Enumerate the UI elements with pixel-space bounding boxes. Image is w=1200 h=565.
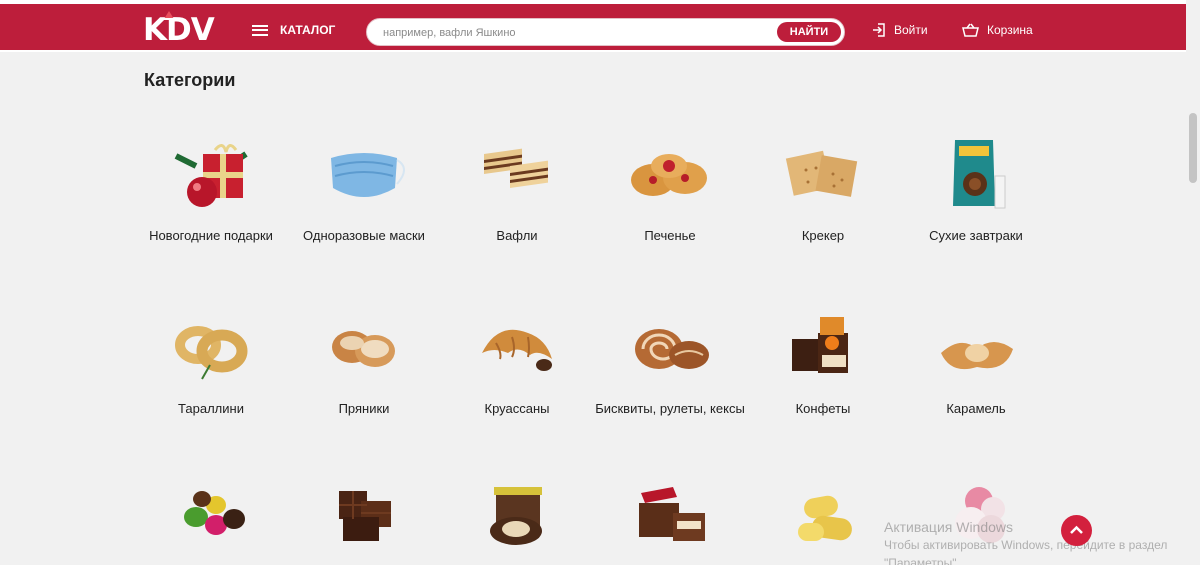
category-label: Крекер — [801, 228, 845, 243]
face-mask-icon — [331, 153, 405, 197]
catalog-label: КАТАЛОГ — [280, 23, 336, 37]
scroll-to-top-button[interactable] — [1061, 515, 1092, 546]
category-label: Пряники — [338, 401, 390, 416]
page-title: Категории — [144, 70, 236, 90]
category-corn-sticks[interactable] — [748, 483, 898, 565]
wafers-icon — [484, 148, 548, 188]
category-crackers[interactable]: Крекер — [748, 136, 898, 246]
watermark-text-line-2: "Параметры". — [884, 556, 960, 565]
candy-icon — [792, 317, 848, 373]
caramel-icon — [941, 342, 1013, 370]
category-label: Карамель — [946, 401, 1006, 416]
category-label: Бисквиты, рулеты, кексы — [595, 401, 745, 416]
category-label: Тараллини — [178, 401, 244, 416]
cart-label: Корзина — [987, 23, 1033, 37]
category-new-year-gifts[interactable]: Новогодние подарки — [136, 136, 286, 246]
dragee-icon — [184, 491, 245, 535]
login-icon — [873, 23, 885, 37]
menu-icon — [252, 24, 268, 36]
category-cereals[interactable]: Сухие завтраки — [901, 136, 1051, 246]
category-label: Вафли — [496, 228, 538, 243]
cake-bar-icon — [639, 487, 705, 541]
crackers-icon — [785, 150, 858, 197]
header-bar: KDV КАТАЛОГ НАЙТИ Войти Корзина — [0, 4, 1186, 50]
login-label: Войти — [894, 23, 928, 37]
category-caramel[interactable]: Карамель — [901, 309, 1051, 419]
chocolate-icon — [339, 491, 391, 541]
login-link[interactable]: Войти — [872, 23, 928, 37]
category-croissants[interactable]: Круассаны — [442, 309, 592, 419]
search-button[interactable]: НАЙТИ — [777, 22, 841, 42]
category-chocolate-paste[interactable] — [442, 483, 592, 565]
watermark-title: Активация Windows — [884, 519, 1014, 535]
cart-icon — [962, 23, 979, 37]
corn-sticks-icon — [798, 495, 852, 541]
chevron-up-icon — [1070, 525, 1083, 534]
category-gingerbread[interactable]: Пряники — [289, 309, 439, 419]
kdv-logo[interactable]: KDV — [143, 12, 215, 48]
search-box: НАЙТИ — [366, 18, 845, 46]
category-candy[interactable]: Конфеты — [748, 309, 898, 419]
cereal-pack-icon — [953, 140, 1006, 209]
search-input[interactable] — [383, 24, 763, 42]
gingerbread-icon — [332, 331, 395, 367]
catalog-button[interactable]: КАТАЛОГ — [252, 23, 335, 37]
watermark-text-line-1: Чтобы активировать Windows, перейдите в … — [884, 538, 1168, 552]
croissant-icon — [482, 329, 552, 371]
santa-hat-icon — [163, 11, 175, 20]
swiss-roll-icon — [635, 329, 709, 369]
taralli-icon — [175, 326, 248, 380]
category-label: Круассаны — [484, 401, 550, 416]
category-label: Новогодние подарки — [149, 228, 273, 243]
category-label: Конфеты — [795, 401, 851, 416]
windows-activation-watermark: Активация Windows Чтобы активировать Win… — [884, 518, 1167, 565]
cart-link[interactable]: Корзина — [962, 23, 1033, 37]
page-scrollbar[interactable] — [1186, 0, 1200, 565]
category-dragee[interactable] — [136, 483, 286, 565]
category-biscuits-rolls[interactable]: Бисквиты, рулеты, кексы — [595, 309, 745, 419]
category-cookies[interactable]: Печенье — [595, 136, 745, 246]
category-label: Печенье — [644, 228, 696, 243]
chocolate-paste-icon — [490, 487, 542, 545]
category-label: Одноразовые маски — [303, 228, 425, 243]
category-taralli[interactable]: Тараллини — [136, 309, 286, 419]
category-wafers[interactable]: Вафли — [442, 136, 592, 246]
gift-box-icon — [174, 144, 248, 207]
category-cake-bars[interactable] — [595, 483, 745, 565]
scrollbar-thumb[interactable] — [1189, 113, 1197, 183]
site-header: KDV КАТАЛОГ НАЙТИ Войти Корзина — [0, 0, 1186, 52]
category-label: Сухие завтраки — [929, 228, 1023, 243]
category-masks[interactable]: Одноразовые маски — [289, 136, 439, 246]
cookies-icon — [631, 154, 707, 196]
category-chocolate[interactable] — [289, 483, 439, 565]
